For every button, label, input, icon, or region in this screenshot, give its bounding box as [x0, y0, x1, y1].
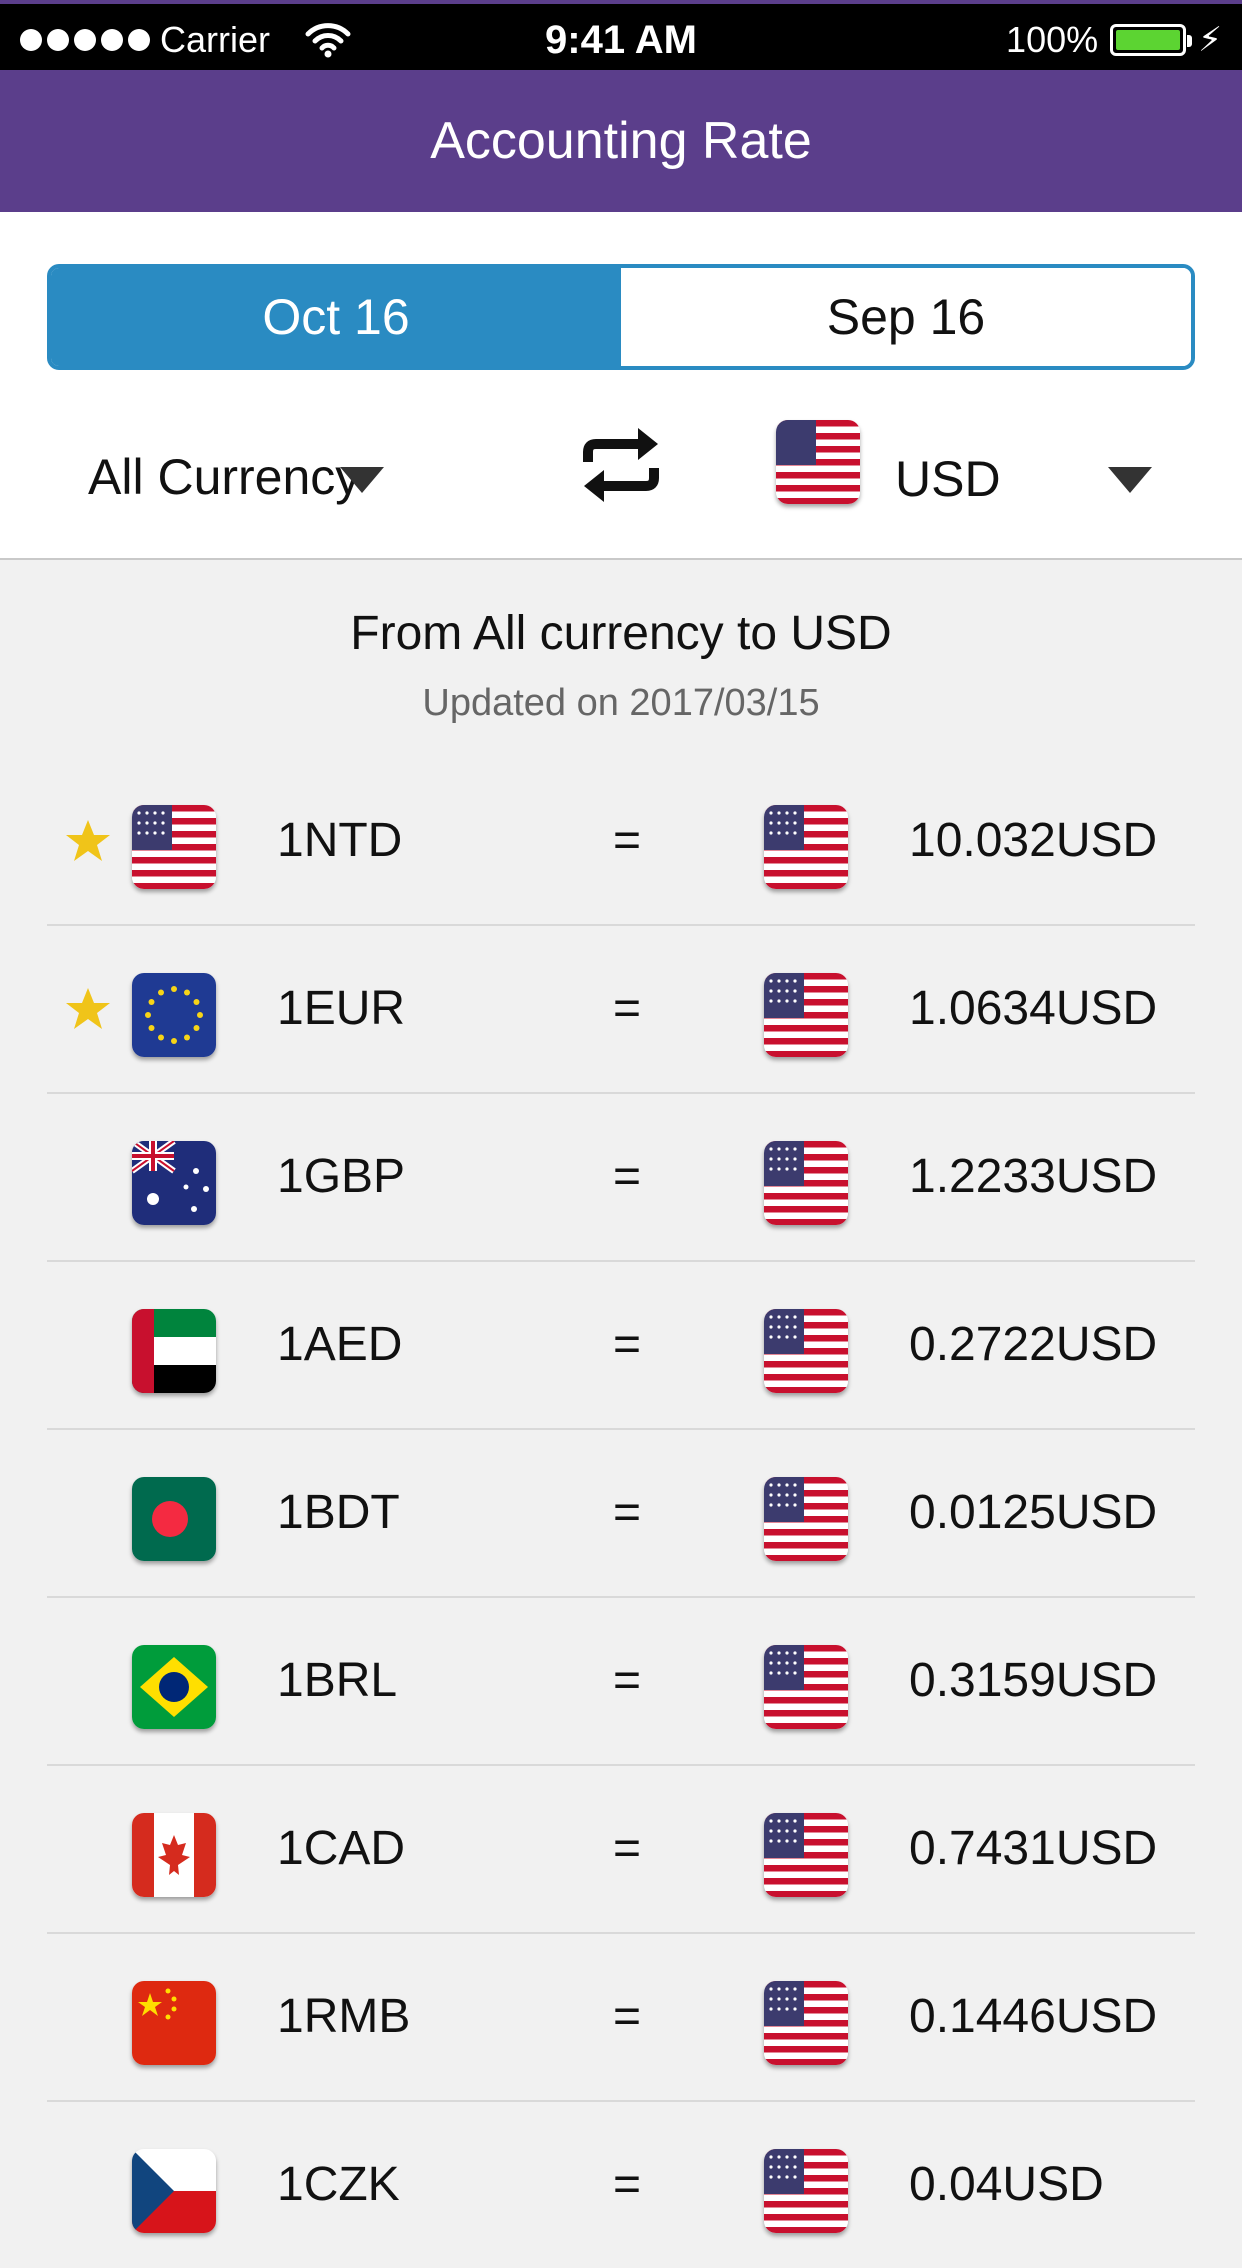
equals-sign: = [612, 2158, 642, 2211]
updated-date: Updated on 2017/03/15 [422, 682, 820, 724]
star-icon[interactable] [65, 818, 111, 864]
equals-sign: = [612, 1318, 642, 1371]
chevron-down-icon[interactable] [1108, 467, 1152, 493]
rate-list: 1NTD = 10.032USD 1EUR = 1.0634USD 1GBP = 1.2233U… [47, 758, 1195, 2268]
from-currency-select[interactable]: All Currency [88, 417, 488, 537]
swap-icon[interactable] [578, 422, 664, 508]
ae-flag-icon [132, 1309, 216, 1393]
us-flag-icon[interactable] [776, 420, 860, 504]
rate-row[interactable]: 1BRL = 0.3159USD [47, 1598, 1195, 1766]
rate-row[interactable]: 1GBP = 1.2233USD [47, 1094, 1195, 1262]
rate-row[interactable]: 1BDT = 0.0125USD [47, 1430, 1195, 1598]
to-currency-label[interactable]: USD [895, 439, 1001, 519]
status-right: 100% ⚡ [1006, 12, 1222, 68]
us-flag-icon [764, 2149, 848, 2233]
converted-amount: 0.1446USD [909, 1990, 1158, 2043]
from-currency-amount: 1CAD [277, 1822, 406, 1875]
rate-row[interactable]: 1EUR = 1.0634USD [47, 926, 1195, 1094]
charging-icon: ⚡ [1198, 21, 1222, 59]
equals-sign: = [612, 1150, 642, 1203]
page-title: Accounting Rate [0, 70, 1242, 212]
rate-row[interactable]: 1AED = 0.2722USD [47, 1262, 1195, 1430]
cz-flag-icon [132, 2149, 216, 2233]
us-flag-icon [764, 1141, 848, 1225]
filter-controls: Oct 16 Sep 16 All Currency USD [0, 212, 1242, 560]
rate-row[interactable]: 1RMB = 0.1446USD [47, 1934, 1195, 2102]
converted-amount: 0.0125USD [909, 1486, 1158, 1539]
br-flag-icon [132, 1645, 216, 1729]
converted-amount: 10.032USD [909, 814, 1158, 867]
equals-sign: = [612, 1822, 642, 1875]
us-flag-icon [132, 805, 216, 889]
us-flag-icon [764, 1309, 848, 1393]
equals-sign: = [612, 814, 642, 867]
from-currency-amount: 1EUR [277, 982, 406, 1035]
conversion-title: From All currency to USD [350, 607, 892, 660]
month-segmented-control: Oct 16 Sep 16 [47, 264, 1195, 370]
au-flag-icon [132, 1141, 216, 1225]
battery-icon [1110, 24, 1193, 56]
us-flag-icon [764, 805, 848, 889]
rate-row[interactable]: 1CZK = 0.04USD [47, 2102, 1195, 2268]
from-currency-label: All Currency [88, 449, 361, 505]
from-currency-amount: 1AED [277, 1318, 403, 1371]
converted-amount: 1.2233USD [909, 1150, 1158, 1203]
chevron-down-icon[interactable] [340, 467, 384, 493]
equals-sign: = [612, 1654, 642, 1707]
from-currency-amount: 1BDT [277, 1486, 400, 1539]
from-currency-amount: 1BRL [277, 1654, 398, 1707]
equals-sign: = [612, 1990, 642, 2043]
converted-amount: 1.0634USD [909, 982, 1158, 1035]
bd-flag-icon [132, 1477, 216, 1561]
converted-amount: 0.3159USD [909, 1654, 1158, 1707]
tab-oct-16[interactable]: Oct 16 [51, 268, 621, 366]
us-flag-icon [764, 1477, 848, 1561]
equals-sign: = [612, 1486, 642, 1539]
us-flag-icon [764, 973, 848, 1057]
converted-amount: 0.7431USD [909, 1822, 1158, 1875]
from-currency-amount: 1RMB [277, 1990, 411, 2043]
us-flag-icon [764, 1981, 848, 2065]
from-currency-amount: 1CZK [277, 2158, 400, 2211]
rate-row[interactable]: 1NTD = 10.032USD [47, 758, 1195, 926]
us-flag-icon [764, 1813, 848, 1897]
status-bar: Carrier 9:41 AM 100% ⚡ [0, 0, 1242, 70]
tab-sep-16[interactable]: Sep 16 [621, 268, 1191, 366]
cn-flag-icon [132, 1981, 216, 2065]
star-icon[interactable] [65, 986, 111, 1032]
from-currency-amount: 1NTD [277, 814, 403, 867]
from-currency-amount: 1GBP [277, 1150, 406, 1203]
rate-row[interactable]: 1CAD = 0.7431USD [47, 1766, 1195, 1934]
eu-flag-icon [132, 973, 216, 1057]
converted-amount: 0.04USD [909, 2158, 1104, 2211]
us-flag-icon [764, 1645, 848, 1729]
equals-sign: = [612, 982, 642, 1035]
ca-flag-icon [132, 1813, 216, 1897]
converted-amount: 0.2722USD [909, 1318, 1158, 1371]
battery-percent: 100% [1006, 19, 1099, 60]
